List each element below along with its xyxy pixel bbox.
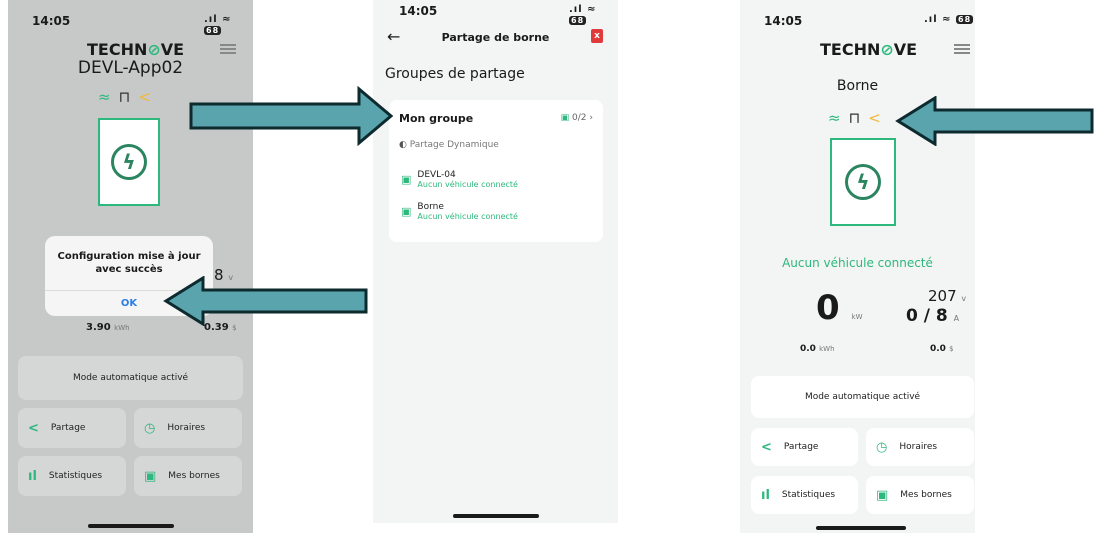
charger-graphic: ϟ	[830, 138, 896, 226]
pie-icon: ◐	[399, 140, 407, 150]
charger-name: Borne	[836, 78, 879, 94]
charger-graphic: ϟ	[98, 118, 160, 206]
phone-screen-borne: 14:05 .ıl ≈ 68 TECHN⊘VE Borne ≈ ⊓ < ϟ Au…	[740, 0, 975, 533]
horaires-button[interactable]: ◷ Horaires	[866, 428, 974, 466]
share-icon[interactable]: <	[138, 88, 151, 106]
lock-icon[interactable]: ⊓	[119, 88, 131, 106]
status-time: 14:05	[764, 14, 803, 28]
wifi-icon: ≈	[98, 88, 111, 106]
power-value: 0 kW	[816, 288, 863, 328]
vehicle-status: Aucun véhicule connecté	[782, 256, 933, 270]
list-item: ▣ Borne Aucun véhicule connecté	[401, 202, 518, 221]
app-logo: TECHN⊘VE	[87, 40, 185, 59]
annotation-arrow-right	[189, 86, 394, 146]
cost-value: 0.0 $	[930, 344, 954, 354]
dialog-message: Configuration mise à jour avec succès	[57, 251, 201, 275]
partage-button[interactable]: < Partage	[18, 408, 126, 448]
status-icons: .ıl ≈ 68	[924, 14, 974, 25]
status-time: 14:05	[32, 14, 71, 28]
page-title: Partage de borne	[441, 31, 550, 44]
status-icons: .ıl ≈ 68	[204, 14, 232, 35]
share-icon: <	[761, 439, 772, 455]
charger-status-icons: ≈ ⊓ <	[98, 88, 151, 106]
clock-icon: ◷	[876, 439, 888, 455]
wifi-icon: ≈	[828, 109, 841, 127]
group-card[interactable]: Mon groupe ▣ 0/2 › ◐ Partage Dynamique ▣…	[389, 100, 603, 242]
group-name: Mon groupe	[399, 112, 474, 125]
charger-icon: ▣	[401, 173, 412, 186]
current-value: 0 / 8 A	[906, 306, 960, 326]
energy-value: 0.0 kWh	[800, 344, 835, 354]
home-indicator	[816, 526, 906, 530]
annotation-arrow-left	[163, 276, 368, 326]
partage-button[interactable]: < Partage	[751, 428, 858, 466]
statistiques-button[interactable]: ıl Statistiques	[751, 476, 858, 514]
hamburger-menu-icon[interactable]	[954, 44, 970, 54]
charger-status-icons: ≈ ⊓ <	[828, 109, 881, 127]
battery-icon: 68	[569, 16, 587, 25]
mode-button[interactable]: Mode automatique activé	[18, 356, 243, 400]
chevron-right-icon: ›	[589, 113, 593, 123]
phone-screen-config: 14:05 .ıl ≈ 68 TECHN⊘VE DEVL-App02 ≈ ⊓ <…	[8, 0, 253, 533]
annotation-arrow-left	[895, 96, 1094, 146]
charger-icon: ▣	[560, 113, 570, 123]
voltage-value: 207 v	[928, 287, 967, 305]
lightning-icon: ϟ	[111, 144, 147, 180]
statistiques-button[interactable]: ıl Statistiques	[18, 456, 126, 496]
battery-icon: 68	[956, 15, 974, 24]
mes-bornes-button[interactable]: ▣ Mes bornes	[134, 456, 242, 496]
charger-icon: ▣	[876, 487, 889, 503]
home-indicator	[453, 514, 539, 518]
energy-value: 3.90 kWh	[86, 322, 130, 333]
charger-name: DEVL-App02	[77, 58, 184, 78]
bar-chart-icon: ıl	[761, 487, 770, 503]
lightning-icon: ϟ	[845, 164, 881, 200]
home-indicator	[88, 524, 174, 528]
share-icon[interactable]: <	[868, 109, 881, 127]
battery-icon: 68	[204, 26, 222, 35]
share-icon: <	[28, 420, 39, 436]
delete-icon[interactable]: x	[591, 29, 603, 43]
horaires-button[interactable]: ◷ Horaires	[134, 408, 242, 448]
clock-icon: ◷	[144, 420, 156, 436]
phone-screen-sharing: 14:05 .ıl ≈ 68 ← Partage de borne x Grou…	[373, 0, 618, 523]
section-title: Groupes de partage	[385, 66, 525, 82]
sharing-mode: ◐ Partage Dynamique	[399, 140, 499, 150]
group-count: ▣ 0/2 ›	[560, 113, 593, 123]
mes-bornes-button[interactable]: ▣ Mes bornes	[866, 476, 974, 514]
app-logo: TECHN⊘VE	[820, 40, 918, 59]
hamburger-menu-icon[interactable]	[220, 44, 236, 54]
mode-button[interactable]: Mode automatique activé	[751, 376, 974, 418]
status-time: 14:05	[399, 4, 438, 18]
charger-icon: ▣	[144, 468, 157, 484]
bar-chart-icon: ıl	[28, 468, 37, 484]
charger-icon: ▣	[401, 205, 412, 218]
lock-icon[interactable]: ⊓	[849, 109, 861, 127]
status-icons: .ıl ≈ 68	[569, 4, 597, 25]
list-item: ▣ DEVL-04 Aucun véhicule connecté	[401, 170, 518, 189]
